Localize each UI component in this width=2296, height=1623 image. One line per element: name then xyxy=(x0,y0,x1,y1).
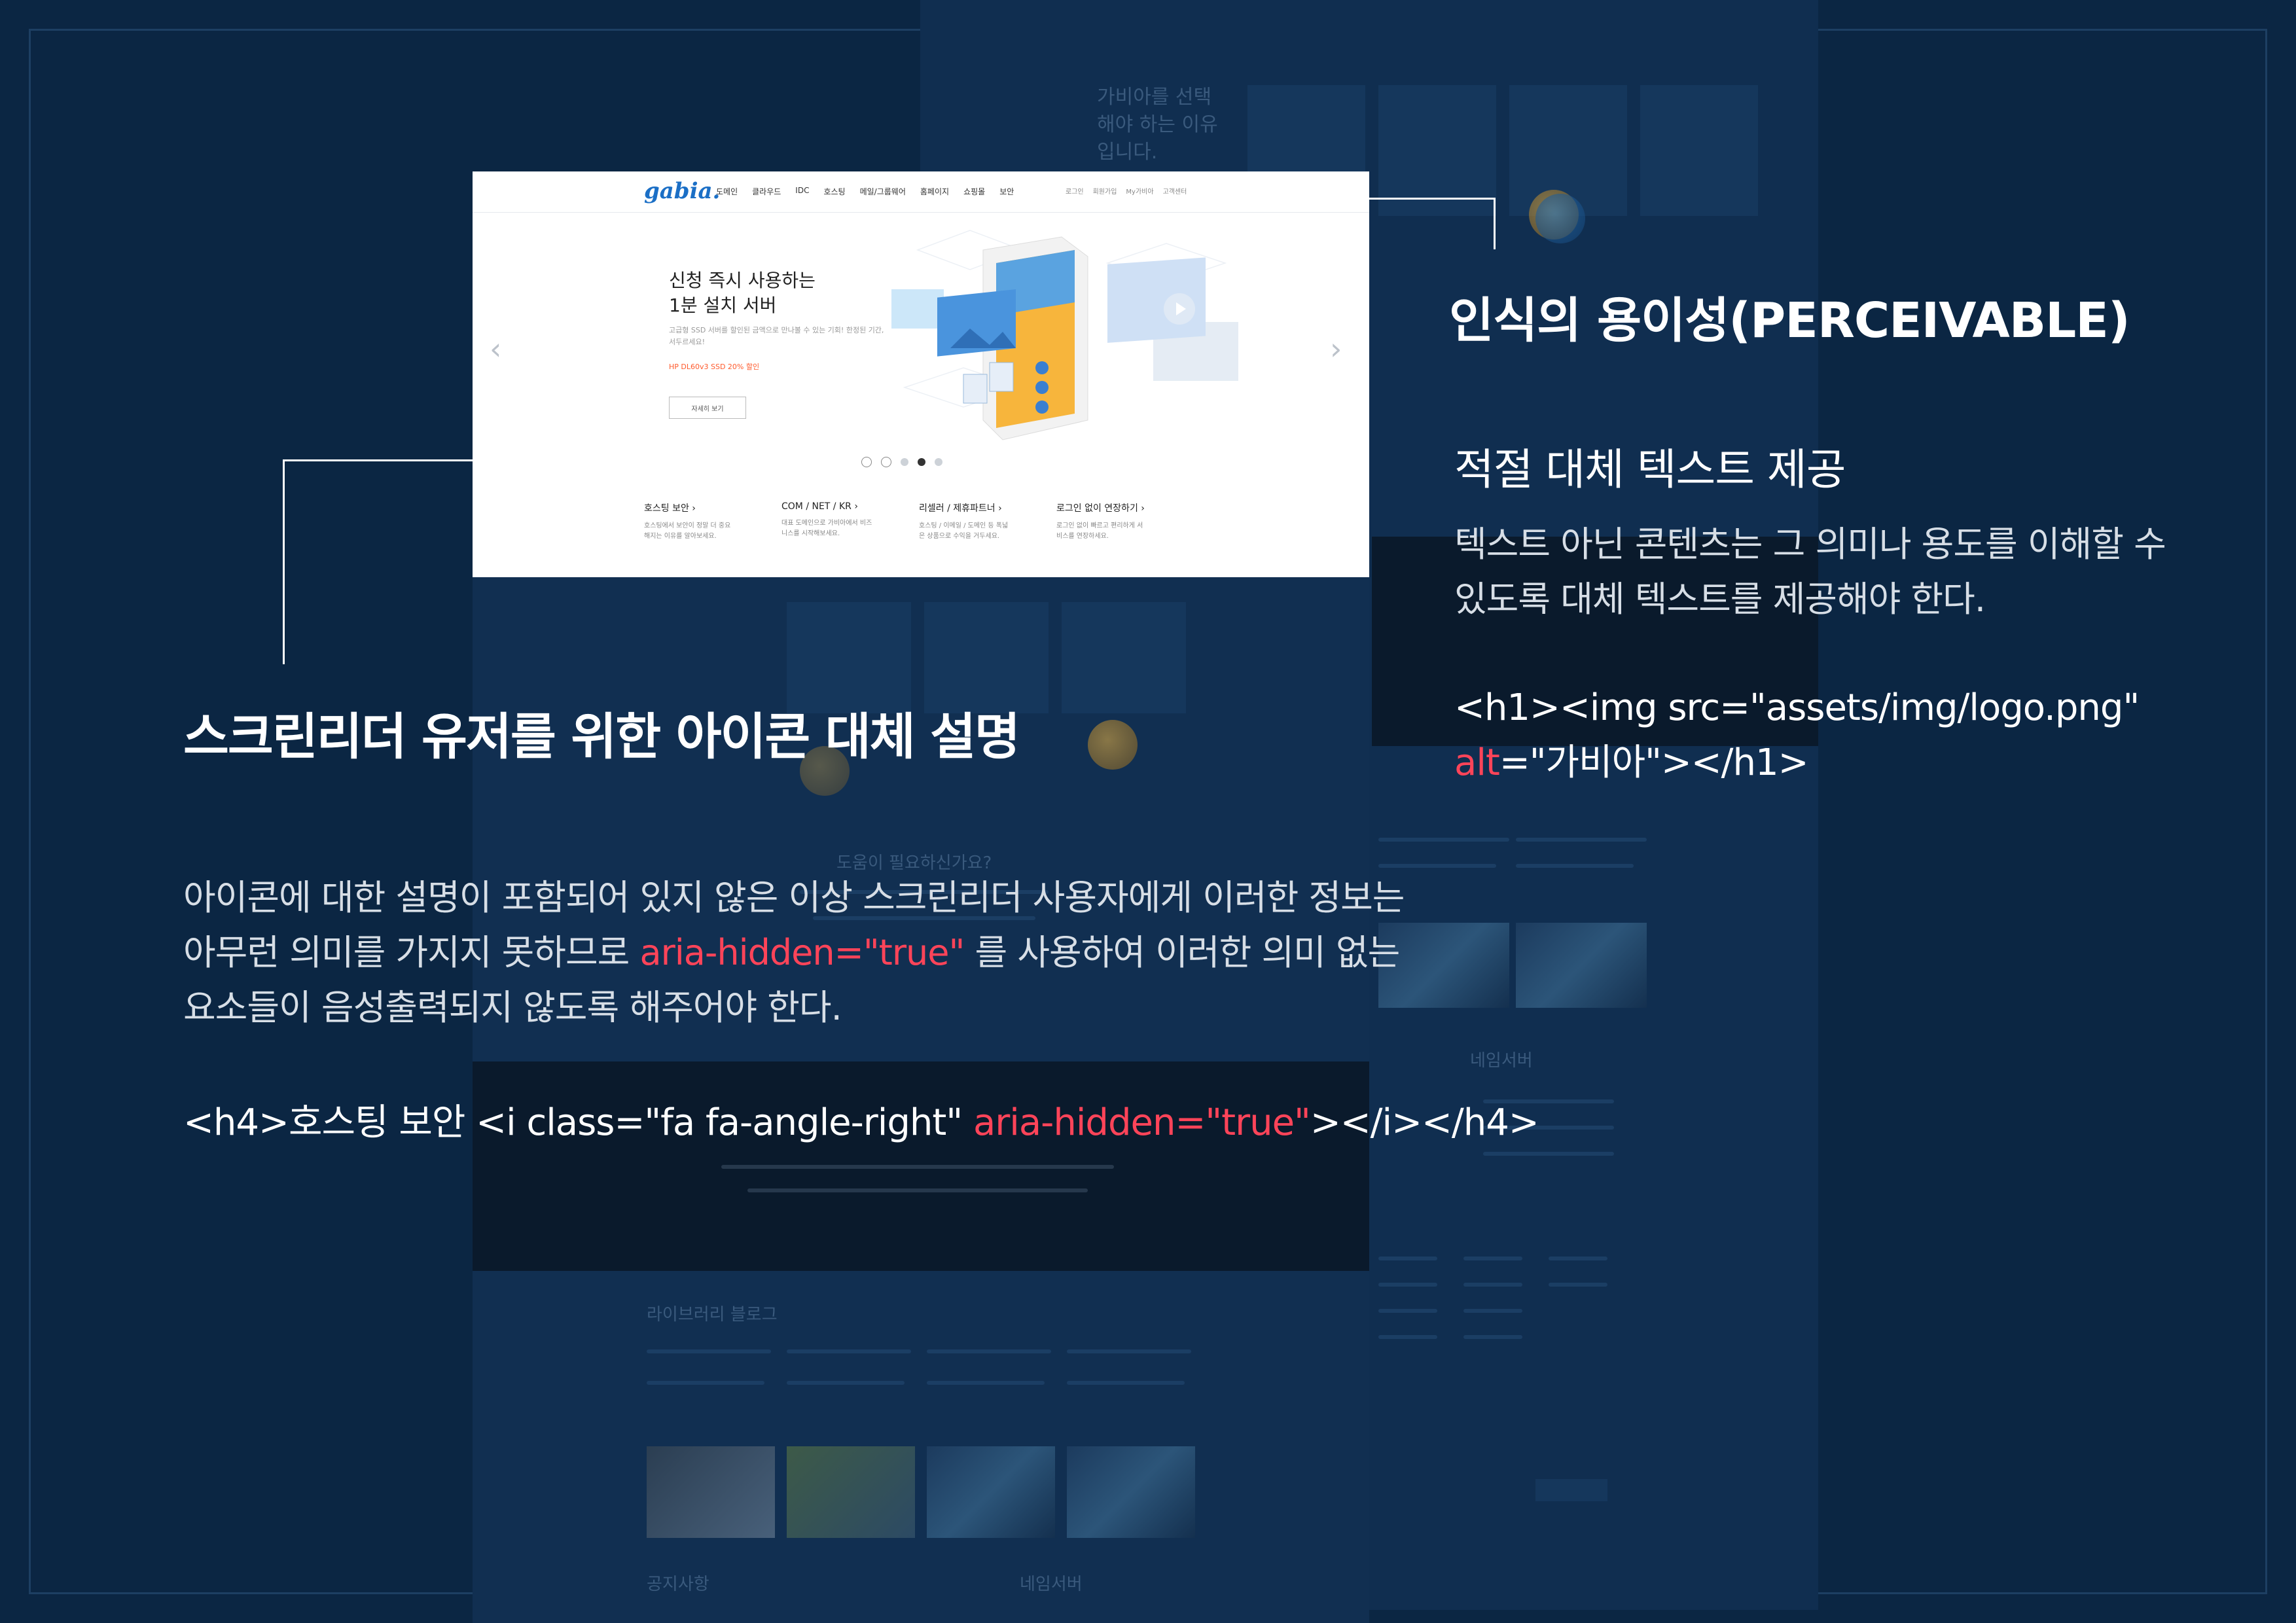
carousel-dot[interactable] xyxy=(901,458,908,466)
hero-description: 고급형 SSD 서버를 할인된 금액으로 만나볼 수 있는 기회! 한정된 기간… xyxy=(669,326,884,346)
hero-detail-button[interactable]: 자세히 보기 xyxy=(669,397,746,419)
feature-item[interactable]: 로그인 없이 연장하기 › 로그인 없이 빠르고 편리하게 서비스를 연장하세요… xyxy=(1056,501,1148,542)
nav-item[interactable]: 클라우드 xyxy=(752,186,781,197)
hero-title: 신청 즉시 사용하는 1분 설치 서버 xyxy=(669,270,816,316)
site-header: gabia. 도메인 클라우드 IDC 호스팅 메일/그룹웨어 홈페이지 쇼핑몰… xyxy=(473,171,1369,213)
feature-links: 호스팅 보안 › 호스팅에서 보안이 정말 더 중요해지는 이유를 알아보세요.… xyxy=(644,501,1148,542)
left-annotation-body: 아이콘에 대한 설명이 포함되어 있지 않은 이상 스크린리더 사용자에게 이러… xyxy=(183,870,1427,1035)
right-annotation-body: 텍스트 아닌 콘텐츠는 그 의미나 용도를 이해할 수 있도록 대체 텍스트를 … xyxy=(1454,524,2166,620)
feature-title: 리셀러 / 제휴파트너 › xyxy=(919,503,1002,514)
background-blog-text: 라이브러리 블로그 xyxy=(647,1305,778,1325)
main-nav: 도메인 클라우드 IDC 호스팅 메일/그룹웨어 홈페이지 쇼핑몰 보안 xyxy=(716,186,1014,197)
play-icon[interactable] xyxy=(861,457,872,467)
right-code-part: <h1><img src="assets/img/logo.png" xyxy=(1454,687,2140,729)
nav-item[interactable]: 홈페이지 xyxy=(920,186,949,197)
nav-item[interactable]: IDC xyxy=(795,186,809,197)
right-code-accent: alt xyxy=(1454,741,1500,784)
nav-item[interactable]: 도메인 xyxy=(716,186,738,197)
util-link-support[interactable]: 고객센터 xyxy=(1163,186,1187,196)
left-body-accent: aria-hidden="true" xyxy=(639,932,965,973)
right-code-part: ="가비아"></h1> xyxy=(1499,741,1809,784)
util-link-login[interactable]: 로그인 xyxy=(1066,186,1084,196)
utility-links: 로그인 회원가입 My가비아 고객센터 xyxy=(1066,186,1187,196)
left-annotation-code: <h4>호스팅 보안 <i class="fa fa-angle-right" … xyxy=(183,1093,1539,1146)
feature-item[interactable]: 리셀러 / 제휴파트너 › 호스팅 / 이메일 / 도메인 등 폭넓은 상품으로… xyxy=(919,501,1011,542)
website-screenshot: gabia. 도메인 클라우드 IDC 호스팅 메일/그룹웨어 홈페이지 쇼핑몰… xyxy=(473,171,1369,577)
carousel-dot-active[interactable] xyxy=(918,458,925,466)
feature-item[interactable]: 호스팅 보안 › 호스팅에서 보안이 정말 더 중요해지는 이유를 알아보세요. xyxy=(644,501,736,542)
util-link-signup[interactable]: 회원가입 xyxy=(1093,186,1117,196)
background-notice-text: 공지사항 xyxy=(647,1575,709,1594)
background-nameserver-text: 네임서버 xyxy=(1470,1051,1533,1071)
left-code-accent: aria-hidden="true" xyxy=(973,1101,1311,1144)
left-annotation-heading: 스크린리더 유저를 위한 아이콘 대체 설명 xyxy=(183,707,1020,766)
chevron-right-icon[interactable]: › xyxy=(1330,334,1342,364)
nav-item[interactable]: 쇼핑몰 xyxy=(963,186,985,197)
feature-desc: 호스팅에서 보안이 정말 더 중요해지는 이유를 알아보세요. xyxy=(644,522,731,540)
pause-icon[interactable] xyxy=(881,457,891,467)
nav-item[interactable]: 보안 xyxy=(999,186,1014,197)
hero-promo: HP DL60v3 SSD 20% 할인 xyxy=(669,363,760,371)
feature-desc: 로그인 없이 빠르고 편리하게 서비스를 연장하세요. xyxy=(1056,522,1143,540)
right-annotation-subtitle: 적절 대체 텍스트 제공 xyxy=(1454,444,1846,495)
carousel-dot[interactable] xyxy=(935,458,942,466)
left-code-part: <h4>호스팅 보안 <i class="fa fa-angle-right" xyxy=(183,1101,973,1144)
nav-item[interactable]: 호스팅 xyxy=(823,186,845,197)
util-link-mygabia[interactable]: My가비아 xyxy=(1126,186,1153,196)
feature-desc: 호스팅 / 이메일 / 도메인 등 폭넓은 상품으로 수익을 거두세요. xyxy=(919,522,1009,540)
chevron-left-icon[interactable]: ‹ xyxy=(490,334,501,364)
feature-title: COM / NET / KR › xyxy=(781,501,858,512)
feature-title: 호스팅 보안 › xyxy=(644,503,696,514)
left-code-part: ></i></h4> xyxy=(1310,1101,1539,1144)
gabia-logo[interactable]: gabia. xyxy=(644,178,720,204)
carousel-indicators xyxy=(861,457,942,467)
background-why-text: 가비아를 선택해야 하는 이유입니다. xyxy=(1097,86,1218,164)
right-annotation-title: 인식의 용이성(PERCEIVABLE) xyxy=(1449,293,2130,349)
nav-item[interactable]: 메일/그룹웨어 xyxy=(860,186,906,197)
right-annotation-code: <h1><img src="assets/img/logo.png" alt="… xyxy=(1454,681,2207,791)
callout-line-right xyxy=(1369,198,1496,249)
feature-item[interactable]: COM / NET / KR › 대표 도메인으로 가비아에서 비즈니스를 시작… xyxy=(781,501,873,542)
server-illustration xyxy=(891,230,1238,440)
feature-title: 로그인 없이 연장하기 › xyxy=(1056,503,1145,514)
background-nameserver-text-left: 네임서버 xyxy=(1020,1575,1083,1594)
callout-line-left xyxy=(283,459,475,664)
feature-desc: 대표 도메인으로 가비아에서 비즈니스를 시작해보세요. xyxy=(781,520,872,537)
